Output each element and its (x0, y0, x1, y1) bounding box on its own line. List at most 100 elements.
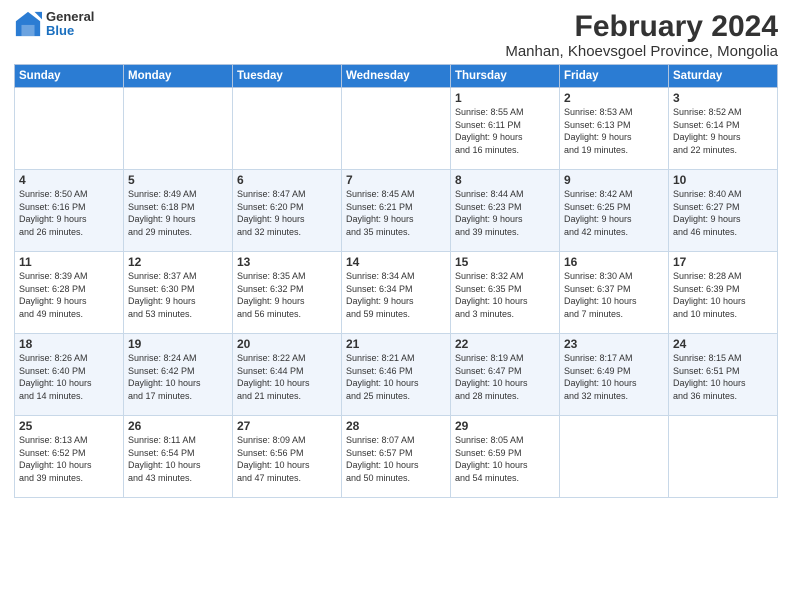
day-number: 9 (564, 173, 664, 187)
calendar-cell: 26Sunrise: 8:11 AMSunset: 6:54 PMDayligh… (124, 416, 233, 498)
day-info: Sunrise: 8:34 AMSunset: 6:34 PMDaylight:… (346, 270, 446, 320)
calendar-header-tuesday: Tuesday (233, 65, 342, 88)
calendar-cell: 27Sunrise: 8:09 AMSunset: 6:56 PMDayligh… (233, 416, 342, 498)
day-info: Sunrise: 8:50 AMSunset: 6:16 PMDaylight:… (19, 188, 119, 238)
calendar-cell (342, 88, 451, 170)
day-info: Sunrise: 8:17 AMSunset: 6:49 PMDaylight:… (564, 352, 664, 402)
day-info: Sunrise: 8:52 AMSunset: 6:14 PMDaylight:… (673, 106, 773, 156)
day-number: 29 (455, 419, 555, 433)
day-info: Sunrise: 8:13 AMSunset: 6:52 PMDaylight:… (19, 434, 119, 484)
day-number: 12 (128, 255, 228, 269)
day-info: Sunrise: 8:42 AMSunset: 6:25 PMDaylight:… (564, 188, 664, 238)
calendar-header-thursday: Thursday (451, 65, 560, 88)
day-number: 3 (673, 91, 773, 105)
calendar-cell: 18Sunrise: 8:26 AMSunset: 6:40 PMDayligh… (15, 334, 124, 416)
calendar-week-2: 11Sunrise: 8:39 AMSunset: 6:28 PMDayligh… (15, 252, 778, 334)
day-number: 28 (346, 419, 446, 433)
day-info: Sunrise: 8:44 AMSunset: 6:23 PMDaylight:… (455, 188, 555, 238)
day-info: Sunrise: 8:32 AMSunset: 6:35 PMDaylight:… (455, 270, 555, 320)
day-info: Sunrise: 8:19 AMSunset: 6:47 PMDaylight:… (455, 352, 555, 402)
calendar-cell: 16Sunrise: 8:30 AMSunset: 6:37 PMDayligh… (560, 252, 669, 334)
calendar-cell: 9Sunrise: 8:42 AMSunset: 6:25 PMDaylight… (560, 170, 669, 252)
logo: General Blue (14, 10, 94, 39)
day-number: 4 (19, 173, 119, 187)
day-number: 20 (237, 337, 337, 351)
calendar-cell: 3Sunrise: 8:52 AMSunset: 6:14 PMDaylight… (669, 88, 778, 170)
day-info: Sunrise: 8:09 AMSunset: 6:56 PMDaylight:… (237, 434, 337, 484)
calendar-table: SundayMondayTuesdayWednesdayThursdayFrid… (14, 64, 778, 498)
calendar-cell: 25Sunrise: 8:13 AMSunset: 6:52 PMDayligh… (15, 416, 124, 498)
calendar-cell: 14Sunrise: 8:34 AMSunset: 6:34 PMDayligh… (342, 252, 451, 334)
calendar-cell: 29Sunrise: 8:05 AMSunset: 6:59 PMDayligh… (451, 416, 560, 498)
day-info: Sunrise: 8:07 AMSunset: 6:57 PMDaylight:… (346, 434, 446, 484)
day-info: Sunrise: 8:22 AMSunset: 6:44 PMDaylight:… (237, 352, 337, 402)
day-number: 21 (346, 337, 446, 351)
day-number: 24 (673, 337, 773, 351)
calendar-cell: 24Sunrise: 8:15 AMSunset: 6:51 PMDayligh… (669, 334, 778, 416)
day-number: 22 (455, 337, 555, 351)
header: General Blue February 2024 Manhan, Khoev… (14, 10, 778, 60)
calendar-header-row: SundayMondayTuesdayWednesdayThursdayFrid… (15, 65, 778, 88)
day-info: Sunrise: 8:37 AMSunset: 6:30 PMDaylight:… (128, 270, 228, 320)
day-number: 1 (455, 91, 555, 105)
day-info: Sunrise: 8:26 AMSunset: 6:40 PMDaylight:… (19, 352, 119, 402)
day-number: 11 (19, 255, 119, 269)
logo-icon (14, 10, 42, 38)
page: General Blue February 2024 Manhan, Khoev… (0, 0, 792, 612)
calendar-week-0: 1Sunrise: 8:55 AMSunset: 6:11 PMDaylight… (15, 88, 778, 170)
day-number: 6 (237, 173, 337, 187)
calendar-cell: 15Sunrise: 8:32 AMSunset: 6:35 PMDayligh… (451, 252, 560, 334)
logo-blue-text: Blue (46, 24, 94, 38)
day-number: 5 (128, 173, 228, 187)
day-info: Sunrise: 8:15 AMSunset: 6:51 PMDaylight:… (673, 352, 773, 402)
calendar-cell: 19Sunrise: 8:24 AMSunset: 6:42 PMDayligh… (124, 334, 233, 416)
day-number: 14 (346, 255, 446, 269)
main-title: February 2024 (505, 10, 778, 43)
calendar-cell: 6Sunrise: 8:47 AMSunset: 6:20 PMDaylight… (233, 170, 342, 252)
title-area: February 2024 Manhan, Khoevsgoel Provinc… (505, 10, 778, 60)
calendar-cell: 12Sunrise: 8:37 AMSunset: 6:30 PMDayligh… (124, 252, 233, 334)
day-info: Sunrise: 8:49 AMSunset: 6:18 PMDaylight:… (128, 188, 228, 238)
day-info: Sunrise: 8:39 AMSunset: 6:28 PMDaylight:… (19, 270, 119, 320)
logo-general-text: General (46, 10, 94, 24)
day-info: Sunrise: 8:35 AMSunset: 6:32 PMDaylight:… (237, 270, 337, 320)
day-number: 18 (19, 337, 119, 351)
sub-title: Manhan, Khoevsgoel Province, Mongolia (505, 43, 778, 60)
calendar-cell: 23Sunrise: 8:17 AMSunset: 6:49 PMDayligh… (560, 334, 669, 416)
calendar-cell (233, 88, 342, 170)
calendar-cell: 8Sunrise: 8:44 AMSunset: 6:23 PMDaylight… (451, 170, 560, 252)
day-info: Sunrise: 8:45 AMSunset: 6:21 PMDaylight:… (346, 188, 446, 238)
day-info: Sunrise: 8:24 AMSunset: 6:42 PMDaylight:… (128, 352, 228, 402)
day-info: Sunrise: 8:40 AMSunset: 6:27 PMDaylight:… (673, 188, 773, 238)
day-info: Sunrise: 8:21 AMSunset: 6:46 PMDaylight:… (346, 352, 446, 402)
calendar-cell: 13Sunrise: 8:35 AMSunset: 6:32 PMDayligh… (233, 252, 342, 334)
day-info: Sunrise: 8:11 AMSunset: 6:54 PMDaylight:… (128, 434, 228, 484)
calendar-cell: 21Sunrise: 8:21 AMSunset: 6:46 PMDayligh… (342, 334, 451, 416)
day-number: 19 (128, 337, 228, 351)
calendar-week-3: 18Sunrise: 8:26 AMSunset: 6:40 PMDayligh… (15, 334, 778, 416)
day-number: 7 (346, 173, 446, 187)
calendar-header-monday: Monday (124, 65, 233, 88)
day-info: Sunrise: 8:53 AMSunset: 6:13 PMDaylight:… (564, 106, 664, 156)
calendar-header-saturday: Saturday (669, 65, 778, 88)
day-number: 27 (237, 419, 337, 433)
day-number: 23 (564, 337, 664, 351)
day-info: Sunrise: 8:05 AMSunset: 6:59 PMDaylight:… (455, 434, 555, 484)
calendar-cell: 2Sunrise: 8:53 AMSunset: 6:13 PMDaylight… (560, 88, 669, 170)
day-number: 16 (564, 255, 664, 269)
day-info: Sunrise: 8:30 AMSunset: 6:37 PMDaylight:… (564, 270, 664, 320)
day-number: 25 (19, 419, 119, 433)
day-number: 10 (673, 173, 773, 187)
calendar-week-4: 25Sunrise: 8:13 AMSunset: 6:52 PMDayligh… (15, 416, 778, 498)
day-number: 15 (455, 255, 555, 269)
day-info: Sunrise: 8:28 AMSunset: 6:39 PMDaylight:… (673, 270, 773, 320)
calendar-cell: 17Sunrise: 8:28 AMSunset: 6:39 PMDayligh… (669, 252, 778, 334)
calendar-header-wednesday: Wednesday (342, 65, 451, 88)
calendar-cell (124, 88, 233, 170)
logo-text: General Blue (46, 10, 94, 39)
day-number: 8 (455, 173, 555, 187)
calendar-header-sunday: Sunday (15, 65, 124, 88)
calendar-cell: 20Sunrise: 8:22 AMSunset: 6:44 PMDayligh… (233, 334, 342, 416)
calendar-cell: 11Sunrise: 8:39 AMSunset: 6:28 PMDayligh… (15, 252, 124, 334)
calendar-cell: 1Sunrise: 8:55 AMSunset: 6:11 PMDaylight… (451, 88, 560, 170)
